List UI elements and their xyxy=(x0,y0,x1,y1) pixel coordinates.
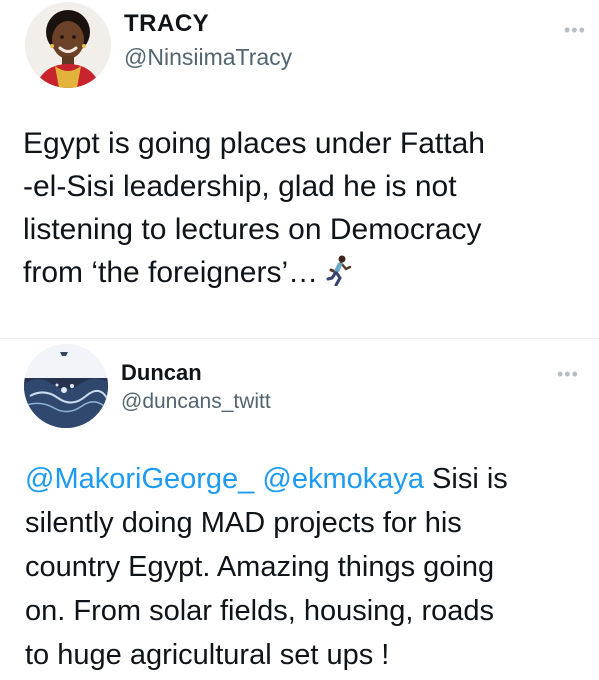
tweet-duncan: Duncan @duncans_twitt ••• @MakoriGeorge_… xyxy=(0,340,599,680)
tweet-text-line: -el-Sisi leadership, glad he is not xyxy=(23,170,457,203)
running-woman-icon xyxy=(326,254,352,298)
more-dots-icon[interactable]: ••• xyxy=(564,20,586,41)
tweet-text: Egypt is going places under Fattah -el-S… xyxy=(23,122,583,298)
tweet-text: @MakoriGeorge_ @ekmokaya Sisi is silentl… xyxy=(25,457,585,677)
tweet-text-line: silently doing MAD projects for his xyxy=(25,507,462,539)
tweet-text-line: from ‘the foreigners’… xyxy=(23,251,583,298)
avatar-tracy[interactable] xyxy=(25,2,111,88)
mention-link[interactable]: @ekmokaya xyxy=(262,463,424,495)
more-dots-icon[interactable]: ••• xyxy=(557,364,579,385)
tweet-text-line: on. From solar fields, housing, roads xyxy=(25,595,495,627)
tweet-divider xyxy=(0,338,599,339)
tweet-text-fragment: from ‘the foreigners’… xyxy=(23,256,319,289)
user-handle[interactable]: @duncans_twitt xyxy=(121,390,271,414)
tweet-tracy: TRACY @NinsiimaTracy ••• Egypt is going … xyxy=(0,0,599,340)
display-name[interactable]: TRACY xyxy=(124,10,209,38)
tweet-text-line: listening to lectures on Democracy xyxy=(23,213,482,246)
display-name[interactable]: Duncan xyxy=(121,360,202,386)
tweet-text-line: country Egypt. Amazing things going xyxy=(25,551,495,583)
user-handle[interactable]: @NinsiimaTracy xyxy=(124,44,292,71)
tweet-text-line: @MakoriGeorge_ @ekmokaya Sisi is xyxy=(25,457,585,501)
avatar-duncan[interactable] xyxy=(24,344,108,428)
tweet-text-fragment: Sisi is xyxy=(424,463,508,495)
tweet-text-line: to huge agricultural set ups ! xyxy=(25,639,390,671)
tweet-text-line: Egypt is going places under Fattah xyxy=(23,127,485,160)
mention-link[interactable]: @MakoriGeorge_ xyxy=(25,463,254,495)
